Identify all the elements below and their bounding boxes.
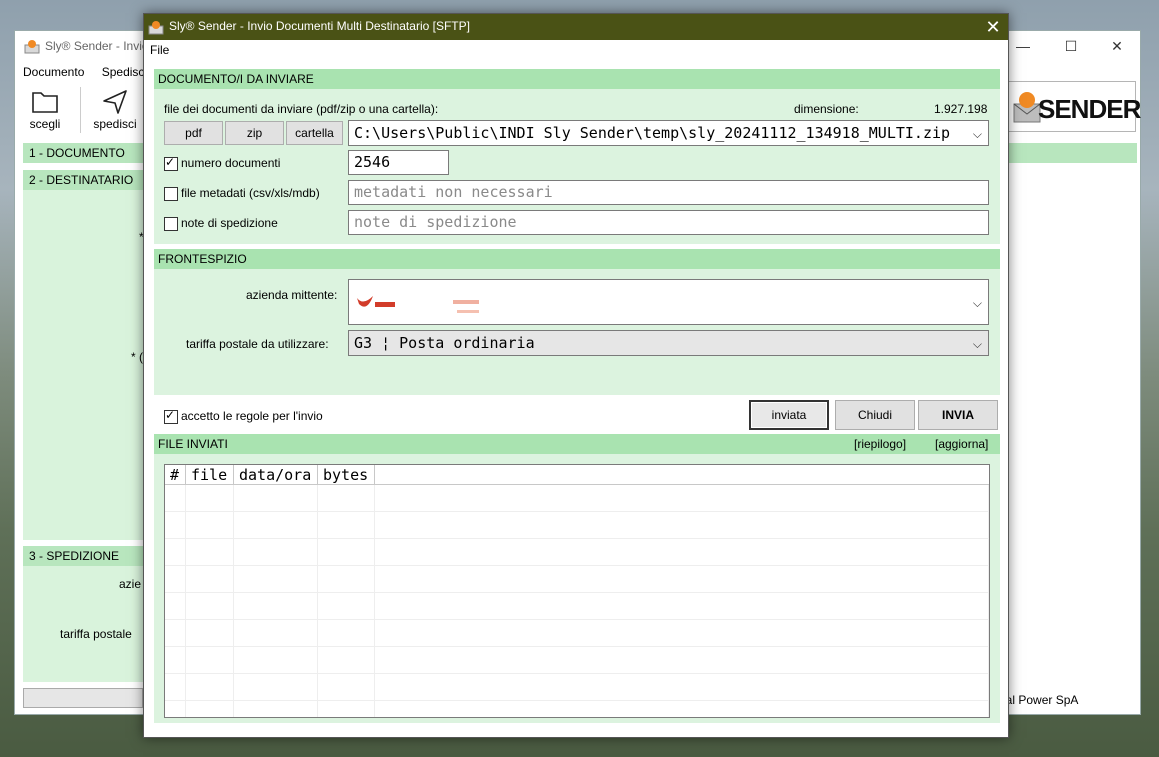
note-input[interactable]: note di spedizione — [348, 210, 989, 235]
zip-button[interactable]: zip — [225, 121, 284, 145]
dimensione-value: 1.927.198 — [934, 102, 988, 116]
scegli-button[interactable]: scegli — [15, 85, 75, 137]
sender-logo: SENDER — [1007, 81, 1141, 132]
azienda-mittente-combobox[interactable]: ⌵ — [348, 279, 989, 325]
note-label: note di spedizione — [181, 216, 278, 230]
column-header-file[interactable]: file — [185, 465, 234, 485]
azienda-logo-redacted — [353, 282, 483, 320]
file-label: file dei documenti da inviare (pdf/zip o… — [164, 102, 439, 116]
accetto-label: accetto le regole per l'invio — [181, 409, 323, 423]
section-documenti-header: DOCUMENTO/I DA INVIARE — [154, 69, 1000, 89]
folder-icon — [32, 92, 58, 113]
file-inviati-panel: # file data/ora bytes — [154, 454, 1000, 723]
send-icon — [103, 90, 127, 114]
accetto-checkbox[interactable] — [164, 408, 178, 424]
pdf-button[interactable]: pdf — [164, 121, 223, 145]
table-header-row: # file data/ora bytes — [165, 465, 989, 485]
table-row[interactable] — [165, 700, 989, 717]
chiudi-button[interactable]: Chiudi — [835, 400, 915, 430]
toolbar-separator — [80, 87, 81, 133]
metadati-checkbox-row[interactable]: file metadati (csv/xls/mdb) — [164, 186, 320, 201]
tariffa-postale-label: tariffa postale da utilizzare: — [186, 337, 329, 351]
table-row[interactable] — [165, 511, 989, 539]
azienda-mittente-label: azienda mittente: — [246, 288, 338, 302]
bg-required-mark-2: * ( — [131, 350, 143, 364]
table-row[interactable] — [165, 619, 989, 647]
frontespizio-panel: azienda mittente: ⌵ tariffa postale da u… — [154, 269, 1000, 395]
table-row[interactable] — [165, 592, 989, 620]
cartella-button[interactable]: cartella — [286, 121, 343, 145]
metadati-input[interactable]: metadati non necessari — [348, 180, 989, 205]
numero-documenti-field[interactable]: 2546 — [348, 150, 449, 175]
table-row[interactable] — [165, 565, 989, 593]
inviata-button[interactable]: inviata — [749, 400, 829, 430]
column-header-bytes[interactable]: bytes — [317, 465, 375, 485]
app-logo-icon — [24, 40, 40, 54]
logo-text: SENDER — [1038, 94, 1141, 124]
dialog-close-icon[interactable]: ✕ — [978, 14, 1008, 40]
bg-footer-company: bal Power SpA — [999, 693, 1079, 707]
bg-progress-bar — [23, 688, 143, 708]
table-row[interactable] — [165, 673, 989, 701]
bg-spedizione-panel: azie tariffa postale — [23, 566, 143, 682]
inviata-label: inviata — [771, 408, 807, 422]
file-inviati-table-container[interactable]: # file data/ora bytes — [164, 464, 990, 718]
aggiorna-link[interactable]: [aggiorna] — [935, 437, 988, 451]
accetto-checkbox-row[interactable]: accetto le regole per l'invio — [164, 408, 323, 424]
app-logo-icon — [148, 21, 164, 35]
table-row[interactable] — [165, 484, 989, 512]
bg-azienda-label: azie — [119, 577, 142, 591]
file-inviati-title: FILE INVIATI — [158, 437, 228, 451]
spedisci-button[interactable]: spedisci — [85, 85, 145, 137]
table-row[interactable] — [165, 538, 989, 566]
column-header-filler — [374, 465, 989, 485]
section-file-inviati-header: FILE INVIATI [riepilogo] [aggiorna] — [154, 434, 1000, 454]
column-header-index[interactable]: # — [165, 465, 186, 485]
maximize-icon[interactable]: ☐ — [1048, 31, 1094, 61]
tariffa-postale-value: G3 ¦ Posta ordinaria — [354, 334, 535, 352]
file-path-combobox[interactable]: C:\Users\Public\INDI Sly Sender\temp\sly… — [348, 120, 989, 146]
chevron-down-icon: ⌵ — [972, 296, 982, 310]
numero-documenti-checkbox[interactable] — [164, 155, 178, 171]
background-menu-bar: Documento Spedisci — [23, 65, 161, 79]
menu-file[interactable]: File — [150, 43, 169, 57]
file-path-value: C:\Users\Public\INDI Sly Sender\temp\sly… — [354, 124, 951, 142]
bg-section-destinatario: 2 - DESTINATARIO — [23, 170, 143, 190]
dialog-title-bar[interactable]: Sly® Sender - Invio Documenti Multi Dest… — [144, 14, 1008, 40]
invia-button[interactable]: INVIA — [918, 400, 998, 430]
metadati-checkbox[interactable] — [164, 186, 178, 201]
file-inviati-table: # file data/ora bytes — [165, 465, 989, 717]
menu-documento[interactable]: Documento — [23, 65, 84, 79]
column-header-data-ora[interactable]: data/ora — [233, 465, 318, 485]
background-window-title: Sly® Sender - Invio — [45, 39, 149, 53]
menu-spedisci[interactable]: Spedisci — [102, 65, 147, 79]
bg-tariffa-label: tariffa postale — [60, 627, 132, 641]
close-icon[interactable]: ✕ — [1094, 31, 1140, 61]
table-row[interactable] — [165, 646, 989, 674]
note-checkbox-row[interactable]: note di spedizione — [164, 216, 278, 231]
dialog-title: Sly® Sender - Invio Documenti Multi Dest… — [169, 19, 470, 33]
chevron-down-icon: ⌵ — [972, 337, 982, 351]
riepilogo-link[interactable]: [riepilogo] — [854, 437, 906, 451]
bg-section-spedizione: 3 - SPEDIZIONE — [23, 546, 143, 566]
invio-multi-dialog: Sly® Sender - Invio Documenti Multi Dest… — [143, 13, 1009, 738]
bg-section-band-right — [1009, 143, 1137, 163]
numero-documenti-label: numero documenti — [181, 156, 281, 170]
bg-destinatario-panel: * * ( — [23, 190, 144, 540]
numero-documenti-checkbox-row[interactable]: numero documenti — [164, 155, 281, 171]
section-frontespizio-header: FRONTESPIZIO — [154, 249, 1000, 269]
note-checkbox[interactable] — [164, 216, 178, 231]
chevron-down-icon: ⌵ — [972, 127, 982, 141]
tariffa-postale-combobox[interactable]: G3 ¦ Posta ordinaria ⌵ — [348, 330, 989, 356]
metadati-label: file metadati (csv/xls/mdb) — [181, 186, 320, 200]
documenti-panel: file dei documenti da inviare (pdf/zip o… — [154, 89, 1000, 244]
spedisci-label: spedisci — [93, 117, 137, 131]
dimensione-label: dimensione: — [794, 102, 859, 116]
scegli-label: scegli — [29, 117, 61, 131]
